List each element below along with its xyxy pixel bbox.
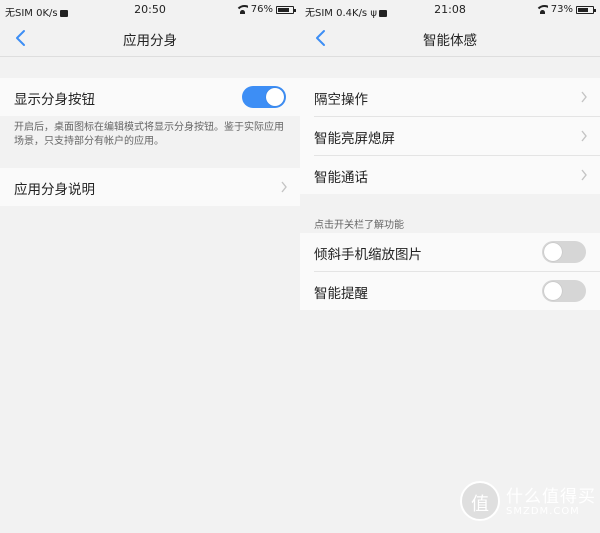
row-label: 隔空操作 [314, 92, 368, 108]
chevron-right-icon [281, 181, 287, 193]
settings-description: 开启后，桌面图标在编辑模式将显示分身按钮。鉴于实际应用场景，只支持部分有帐户的应… [14, 122, 284, 147]
settings-row-tilt-zoom[interactable]: 倾斜手机缩放图片 [300, 233, 600, 271]
row-label: 智能通话 [314, 170, 368, 186]
row-label: 智能提醒 [314, 286, 368, 302]
watermark-logo-icon: 值 [460, 481, 500, 521]
wifi-icon [236, 5, 248, 14]
status-right: 73% [536, 4, 596, 15]
wifi-icon [536, 5, 548, 14]
title-bar: 智能体感 [300, 20, 600, 57]
toggle-card: 倾斜手机缩放图片 智能提醒 [300, 233, 600, 310]
settings-row-smart-reminder[interactable]: 智能提醒 [300, 272, 600, 310]
battery-fill [578, 7, 589, 12]
chevron-right-icon [581, 130, 587, 142]
settings-row-clone-info[interactable]: 应用分身说明 [0, 168, 300, 206]
chevron-right-icon [581, 91, 587, 103]
battery-fill [278, 7, 289, 12]
settings-row-show-clone-button[interactable]: 显示分身按钮 [0, 78, 300, 116]
status-right: 76% [236, 4, 296, 15]
watermark: 值 什么值得买 SMZDM.COM [460, 481, 595, 525]
status-bar: 无SIM 0.4K/s ψ 21:08 73% [300, 0, 600, 20]
settings-row-smart-screen[interactable]: 智能亮屏熄屏 [300, 117, 600, 155]
toggle-card: 显示分身按钮 [0, 78, 300, 116]
chevron-right-icon [581, 169, 587, 181]
page-title: 应用分身 [123, 33, 177, 49]
watermark-domain: SMZDM.COM [506, 506, 580, 517]
title-bar: 应用分身 [0, 20, 300, 57]
settings-row-smart-call[interactable]: 智能通话 [300, 156, 600, 194]
toggle-knob [266, 88, 284, 106]
toggle-switch[interactable] [542, 241, 586, 263]
right-screen: 无SIM 0.4K/s ψ 21:08 73% 智能体感 隔空操作 智能亮屏熄屏… [300, 0, 600, 533]
battery-icon [576, 5, 596, 14]
settings-row-air-gesture[interactable]: 隔空操作 [300, 78, 600, 116]
toggle-switch[interactable] [542, 280, 586, 302]
status-bar: 无SIM 0K/s 20:50 76% [0, 0, 300, 20]
row-label: 应用分身说明 [14, 182, 95, 198]
section-hint: 点击开关栏了解功能 [314, 220, 404, 231]
toggle-knob [544, 243, 562, 261]
watermark-text: 什么值得买 [506, 487, 596, 507]
battery-icon [276, 5, 296, 14]
nav-card: 隔空操作 智能亮屏熄屏 智能通话 [300, 78, 600, 194]
battery-percent: 73% [550, 4, 573, 15]
page-title: 智能体感 [423, 33, 477, 49]
battery-percent: 76% [250, 4, 273, 15]
info-card: 应用分身说明 [0, 168, 300, 206]
row-label: 显示分身按钮 [14, 92, 95, 108]
left-screen: 无SIM 0K/s 20:50 76% 应用分身 显示分身按钮 开启后，桌面图标… [0, 0, 300, 533]
row-label: 倾斜手机缩放图片 [314, 247, 422, 263]
row-label: 智能亮屏熄屏 [314, 131, 395, 147]
toggle-knob [544, 282, 562, 300]
toggle-switch[interactable] [242, 86, 286, 108]
